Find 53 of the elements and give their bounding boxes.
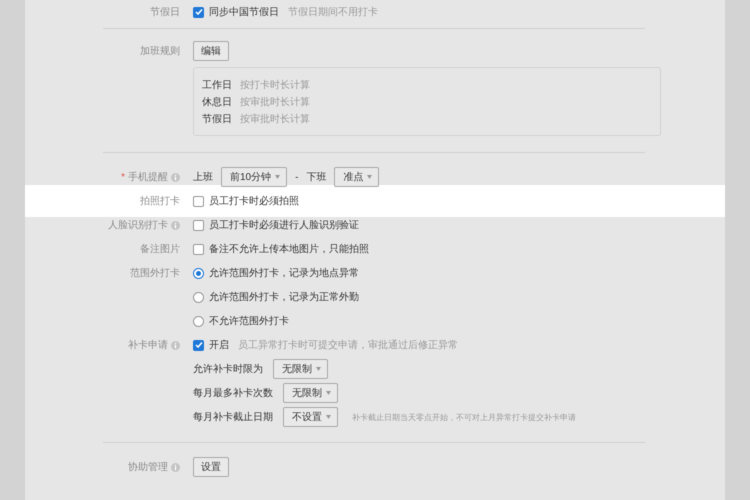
checkbox[interactable] — [193, 340, 204, 350]
radio-label[interactable]: 允许范围外打卡，记录为地点异常 — [209, 266, 359, 280]
field-label: 范围外打卡 — [130, 266, 180, 280]
checkbox-label[interactable]: 员工打卡时必须进行人脸识别验证 — [209, 218, 359, 232]
dropdown[interactable]: 前10分钟 — [221, 167, 288, 187]
radio-button[interactable] — [193, 292, 204, 302]
checkbox[interactable] — [193, 244, 204, 254]
caret-icon — [326, 391, 331, 395]
radio-label[interactable]: 允许范围外打卡，记录为正常外勤 — [209, 290, 359, 304]
rule-method: 按打卡时长计算 — [240, 78, 310, 92]
rule-day: 休息日 — [202, 94, 232, 108]
start-label: 上班 — [193, 170, 213, 184]
action-button[interactable]: 设置 — [193, 457, 229, 477]
field-label: 拍照打卡 — [140, 194, 180, 208]
dropdown[interactable]: 无限制 — [283, 383, 338, 403]
hint-text: 节假日期间不用打卡 — [288, 6, 378, 19]
rule-day: 节假日 — [202, 112, 232, 126]
radio-label[interactable]: 不允许范围外打卡 — [209, 314, 289, 328]
field-label: 允许补卡时限为 — [193, 362, 263, 376]
caret-icon — [367, 175, 372, 179]
field-label: 每月补卡截止日期 — [193, 410, 273, 424]
checkbox-label[interactable]: 同步中国节假日 — [209, 5, 279, 19]
hint-text: 补卡截止日期当天零点开始，不可对上月异常打卡提交补卡申请 — [352, 412, 576, 422]
field-label: 加班规则 — [140, 44, 180, 58]
caret-icon — [316, 367, 321, 371]
checkbox-label[interactable]: 员工打卡时必须拍照 — [209, 194, 299, 208]
field-label: 人脸识别打卡 — [108, 218, 168, 232]
checkbox[interactable] — [193, 196, 204, 206]
required-mark: * — [121, 172, 125, 182]
hint-text: 员工异常打卡时可提交申请，审批通过后修正异常 — [238, 338, 458, 352]
field-label: 备注图片 — [140, 242, 180, 256]
field-label: 手机提醒 — [128, 170, 168, 184]
rule-method: 按审批时长计算 — [240, 112, 310, 126]
checkbox[interactable] — [193, 220, 204, 230]
rule-method: 按审批时长计算 — [240, 96, 310, 108]
checkbox-label[interactable]: 备注不允许上传本地图片，只能拍照 — [209, 242, 369, 256]
field-label: 补卡申请 — [128, 338, 168, 352]
separator: - — [295, 172, 298, 182]
rule-day: 工作日 — [202, 78, 232, 92]
checkbox-label[interactable]: 开启 — [209, 338, 229, 352]
end-label: 下班 — [306, 170, 326, 184]
dropdown[interactable]: 不设置 — [283, 407, 338, 427]
field-label: 每月最多补卡次数 — [193, 386, 273, 400]
field-label: 协助管理 — [128, 460, 168, 474]
action-button[interactable]: 编辑 — [193, 41, 229, 61]
checkbox[interactable] — [193, 6, 204, 18]
field-label: 节假日 — [150, 6, 180, 19]
dropdown[interactable]: 无限制 — [273, 359, 328, 379]
caret-icon — [326, 415, 331, 419]
dropdown[interactable]: 准点 — [334, 167, 380, 187]
radio-button[interactable] — [193, 316, 204, 326]
radio-button[interactable] — [193, 268, 204, 278]
caret-icon — [275, 175, 280, 179]
